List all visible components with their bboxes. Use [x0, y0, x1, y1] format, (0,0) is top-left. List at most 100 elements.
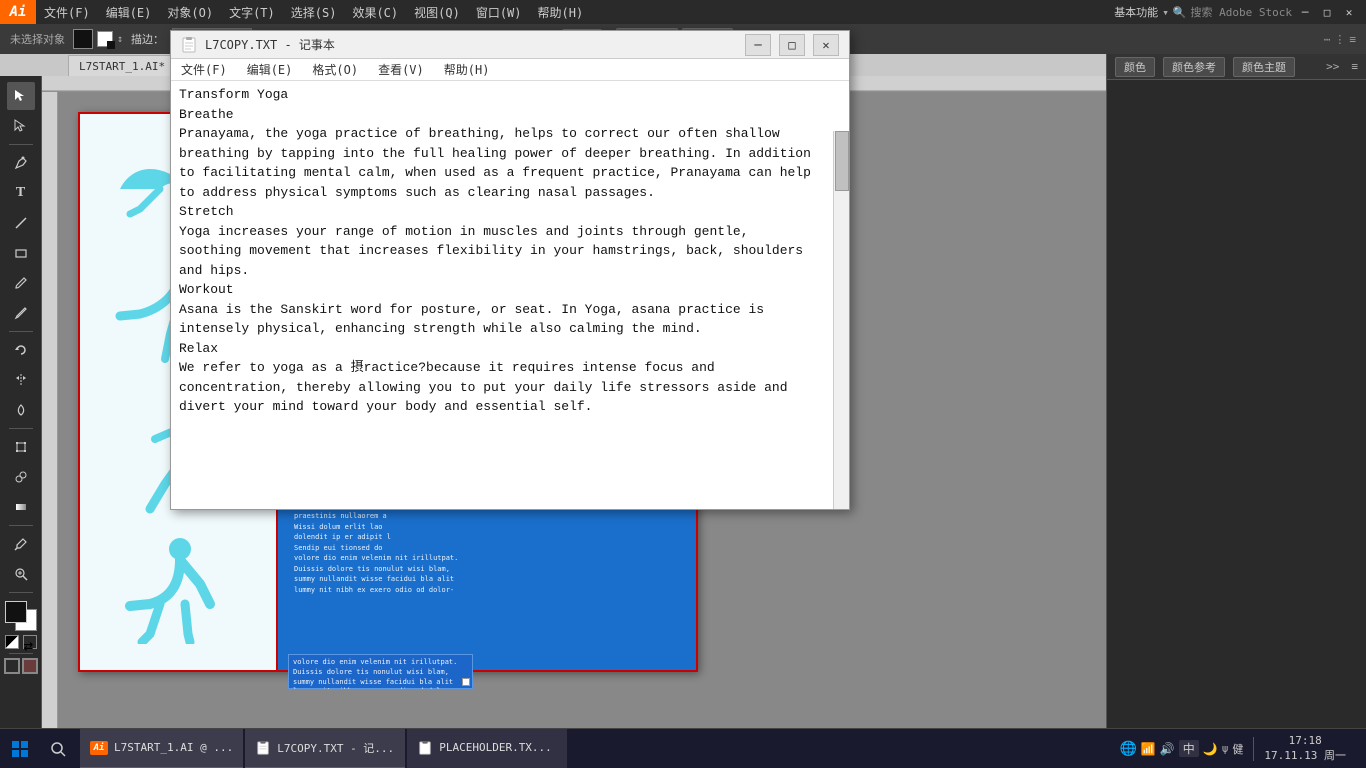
notepad-menu-edit[interactable]: 编辑(E)	[237, 59, 303, 81]
rotate-icon	[14, 343, 28, 357]
line-tool[interactable]	[7, 209, 35, 237]
color-panel-btn[interactable]: 颜色	[1115, 57, 1155, 77]
menu-view[interactable]: 视图(Q)	[406, 0, 468, 24]
network-icon[interactable]: 📶	[1141, 742, 1156, 756]
rectangle-tool[interactable]	[7, 239, 35, 267]
gradient-tool[interactable]	[7, 493, 35, 521]
clock-date: 17.11.13 周一	[1264, 749, 1346, 763]
menu-file[interactable]: 文件(F)	[36, 0, 98, 24]
paintbrush-tool[interactable]	[7, 269, 35, 297]
menu-edit[interactable]: 编辑(E)	[98, 0, 160, 24]
type-tool-icon: T	[16, 185, 25, 201]
rotate-tool[interactable]	[7, 336, 35, 364]
color-guide-panel-btn[interactable]: 颜色参考	[1163, 57, 1225, 77]
shape-builder-tool[interactable]	[7, 463, 35, 491]
foreground-color-swatch[interactable]	[5, 601, 27, 623]
notepad-close-btn[interactable]: ✕	[813, 34, 839, 56]
shape-builder-icon	[14, 470, 28, 484]
normal-mode-btn[interactable]	[4, 658, 20, 674]
notepad-menubar: 文件(F) 编辑(E) 格式(O) 查看(V) 帮助(H)	[171, 59, 849, 81]
tool-separator-1	[9, 144, 33, 145]
menu-object[interactable]: 对象(O)	[159, 0, 221, 24]
zoom-tool[interactable]	[7, 560, 35, 588]
selection-tool[interactable]	[7, 82, 35, 110]
quick-mask-btn[interactable]	[22, 658, 38, 674]
notepad-minimize-btn[interactable]: ─	[745, 34, 771, 56]
tool-separator-3	[9, 428, 33, 429]
menu-help[interactable]: 帮助(H)	[530, 0, 592, 24]
menu-select[interactable]: 选择(S)	[283, 0, 345, 24]
dropdown-icon: ▾	[1162, 6, 1169, 19]
notepad-textarea[interactable]: Transform Yoga Breathe Pranayama, the yo…	[171, 81, 849, 509]
taskbar-clock[interactable]: 17:18 17.11.13 周一	[1264, 734, 1346, 763]
gradient-icon	[14, 500, 28, 514]
notepad-menu-file[interactable]: 文件(F)	[171, 59, 237, 81]
notepad-maximize-btn[interactable]: □	[779, 34, 805, 56]
basic-function-btn[interactable]: 基本功能	[1114, 4, 1158, 20]
notepad-menu-help[interactable]: 帮助(H)	[434, 59, 500, 81]
pen-tool[interactable]	[7, 149, 35, 177]
notepad-taskbar-icon2	[418, 741, 432, 755]
top-right-controls: 基本功能 ▾ 🔍 搜索 Adobe Stock ─ □ ✕	[1114, 3, 1366, 21]
swap-colors-btn[interactable]: ⇄	[23, 635, 37, 649]
eyedropper-icon	[14, 537, 28, 551]
reflect-icon	[14, 373, 28, 387]
menu-effect[interactable]: 效果(C)	[344, 0, 406, 24]
input-moon-icon[interactable]: 🌙	[1203, 742, 1218, 756]
ie-icon[interactable]: 🌐	[1119, 741, 1136, 757]
left-tools-panel: T	[0, 76, 42, 736]
search-stock-label[interactable]: 搜索 Adobe Stock	[1191, 4, 1292, 20]
zoom-icon	[14, 567, 28, 581]
maximize-button[interactable]: □	[1318, 3, 1336, 21]
minimize-button[interactable]: ─	[1296, 3, 1314, 21]
menu-text[interactable]: 文字(T)	[221, 0, 283, 24]
fill-swatch[interactable]	[73, 29, 93, 49]
default-colors-btn[interactable]	[5, 635, 19, 649]
tool-separator-6	[9, 653, 33, 654]
reflect-tool[interactable]	[7, 366, 35, 394]
artboard-text-selected: volore dio enim velenim nit irillutpat. …	[288, 654, 473, 689]
stroke-swatch[interactable]	[97, 31, 113, 47]
keyboard-icon: ψ	[1222, 742, 1229, 755]
resize-handle[interactable]	[462, 678, 470, 686]
pen-tool-icon	[14, 156, 28, 170]
free-transform-tool[interactable]	[7, 433, 35, 461]
volume-icon[interactable]: 🔊	[1160, 742, 1175, 756]
width-tool[interactable]	[7, 396, 35, 424]
line-tool-icon	[14, 216, 28, 230]
menu-bar: Ai 文件(F) 编辑(E) 对象(O) 文字(T) 选择(S) 效果(C) 视…	[0, 0, 1366, 24]
stroke-label: 描边：	[127, 27, 168, 51]
eyedropper-tool[interactable]	[7, 530, 35, 558]
panel-expand-btn[interactable]: >>	[1326, 60, 1339, 73]
notepad-scrollbar[interactable]	[833, 131, 849, 509]
taskbar-search-button[interactable]	[40, 731, 76, 767]
clock-time: 17:18	[1264, 734, 1346, 748]
panel-menu-btn[interactable]: ≡	[1351, 60, 1358, 73]
taskbar-app-notepad1[interactable]: L7COPY.TXT - 记...	[245, 729, 405, 768]
direct-selection-tool[interactable]	[7, 112, 35, 140]
notepad-icon	[181, 37, 197, 53]
notepad2-taskbar-icon	[417, 740, 433, 756]
color-themes-panel-btn[interactable]: 颜色主题	[1233, 57, 1295, 77]
type-tool[interactable]: T	[7, 179, 35, 207]
ime-label[interactable]: 健	[1232, 741, 1243, 757]
tool-separator-2	[9, 331, 33, 332]
taskbar-right: 🌐 📶 🔊 中 🌙 ψ 健 17:18 17.11.13 周一	[1109, 734, 1366, 763]
artboard-selected-text: volore dio enim velenim nit irillutpat. …	[293, 658, 468, 689]
notepad-menu-view[interactable]: 查看(V)	[368, 59, 434, 81]
close-button[interactable]: ✕	[1340, 3, 1358, 21]
menu-window[interactable]: 窗口(W)	[468, 0, 530, 24]
taskbar-app-illustrator[interactable]: Ai L7START_1.AI @ ...	[80, 729, 243, 768]
input-method-label[interactable]: 中	[1179, 740, 1199, 757]
ruler-left	[42, 92, 58, 728]
notepad-menu-format[interactable]: 格式(O)	[302, 59, 368, 81]
taskbar-app-notepad2[interactable]: PLACEHOLDER.TX...	[407, 729, 567, 768]
taskbar-app-notepad1-label: L7COPY.TXT - 记...	[277, 740, 394, 756]
pencil-tool[interactable]	[7, 299, 35, 327]
illustrator-taskbar-icon: Ai	[90, 741, 108, 755]
windows-logo-icon	[11, 740, 29, 758]
notepad-title: L7COPY.TXT - 记事本	[205, 36, 737, 53]
notepad-scroll-thumb[interactable]	[835, 131, 849, 191]
start-button[interactable]	[0, 729, 40, 768]
notepad-titlebar: L7COPY.TXT - 记事本 ─ □ ✕	[171, 31, 849, 59]
